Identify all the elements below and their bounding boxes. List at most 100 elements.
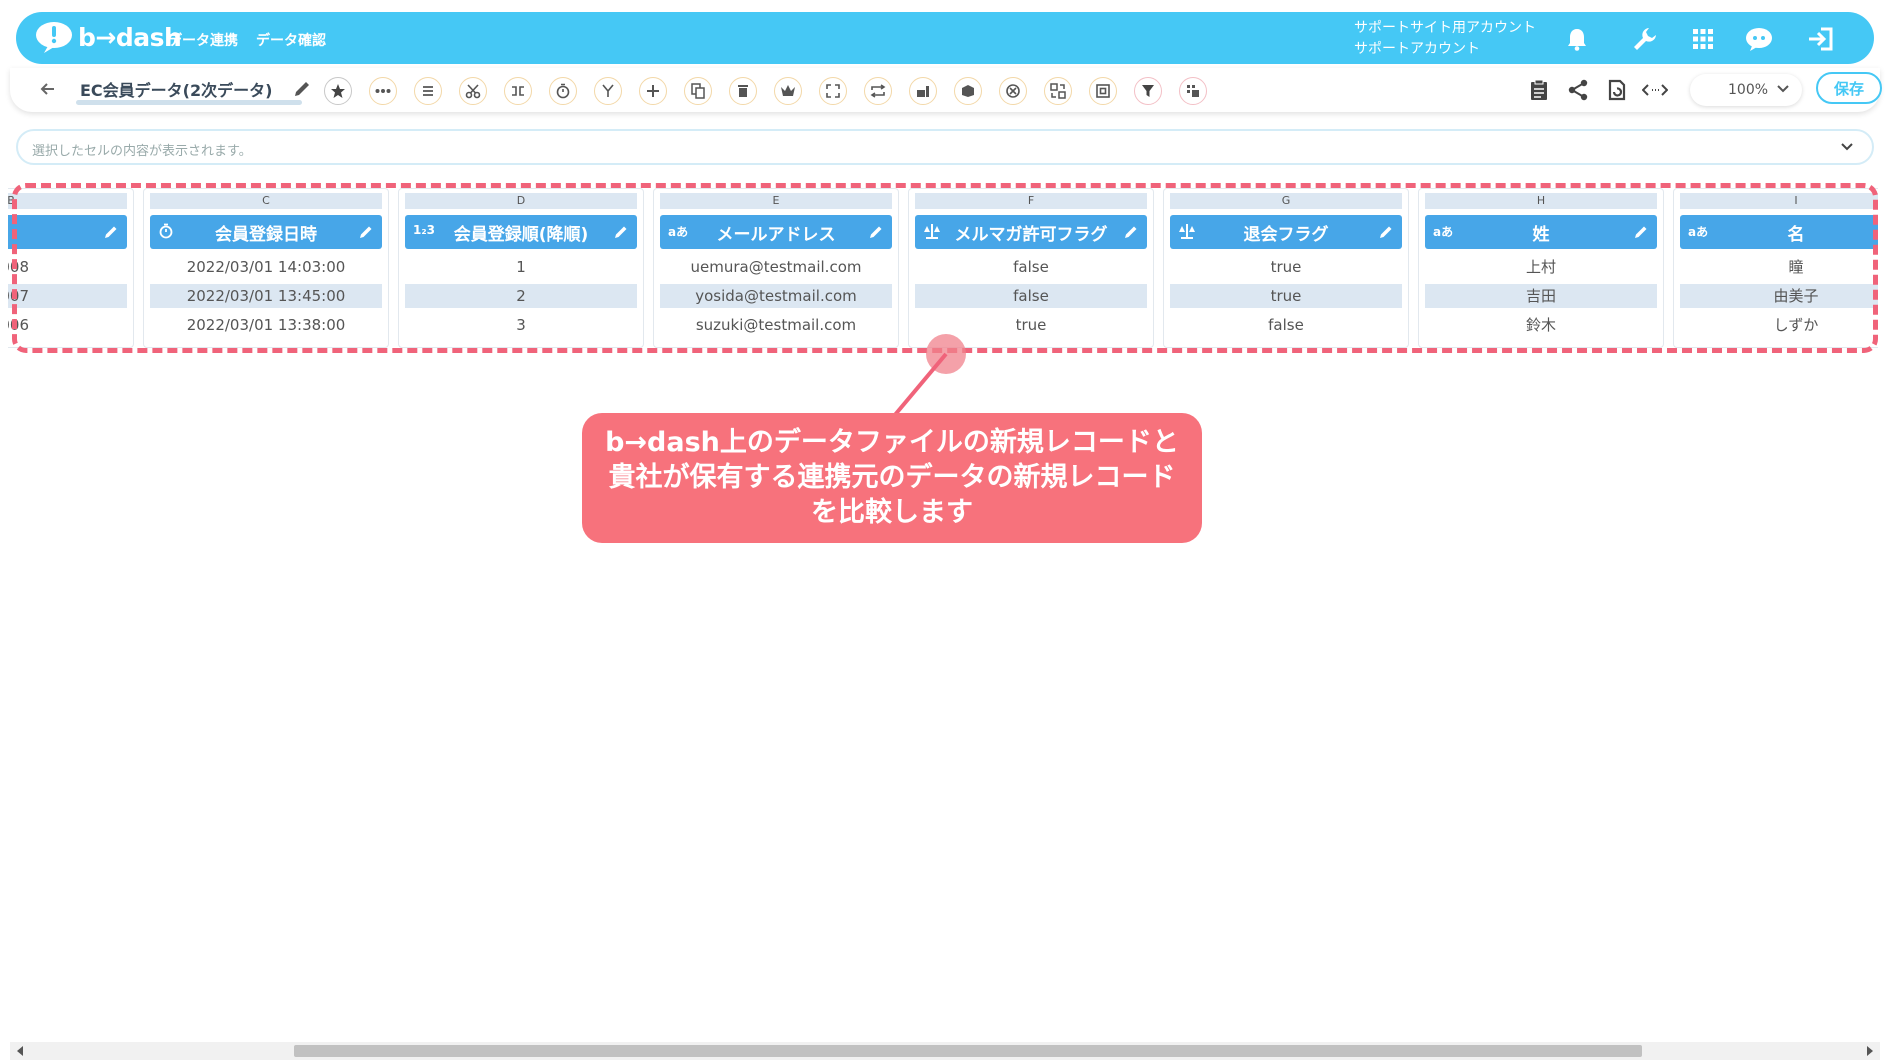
scrollbar-thumb[interactable] xyxy=(294,1045,1642,1057)
table-cell[interactable]: true xyxy=(1170,284,1402,308)
apps-grid-icon[interactable] xyxy=(1688,24,1718,54)
lock-chart-icon[interactable] xyxy=(909,77,937,105)
table-cell[interactable]: 吉田 xyxy=(1425,284,1657,308)
table-cell[interactable]: 008 xyxy=(8,255,127,279)
crown-icon[interactable] xyxy=(774,77,802,105)
edit-column-pencil-icon[interactable] xyxy=(1123,224,1139,240)
logout-icon[interactable] xyxy=(1806,24,1836,54)
table-cell[interactable]: 2022/03/01 14:03:00 xyxy=(150,255,382,279)
share-icon[interactable] xyxy=(1565,77,1591,103)
column-letter[interactable]: B xyxy=(8,193,127,209)
callout-line-3: を比較します xyxy=(811,497,973,528)
expand-icon[interactable] xyxy=(819,77,847,105)
scroll-right-arrow-icon[interactable] xyxy=(1866,1046,1874,1056)
edit-column-pencil-icon[interactable] xyxy=(358,224,374,240)
edit-column-pencil-icon[interactable] xyxy=(868,224,884,240)
account-site-name: サポートサイト用アカウント xyxy=(1354,20,1536,36)
merge-icon[interactable] xyxy=(504,77,532,105)
back-arrow-icon[interactable] xyxy=(38,78,58,100)
title-underline xyxy=(76,100,302,105)
edit-title-pencil-icon[interactable] xyxy=(292,79,312,99)
scroll-left-arrow-icon[interactable] xyxy=(16,1046,24,1056)
table-cell[interactable]: しずか xyxy=(1680,313,1878,337)
table-cell[interactable]: false xyxy=(915,255,1147,279)
column-header[interactable]: メルマガ許可フラグ xyxy=(915,215,1147,249)
column-header[interactable]: aあ 姓 xyxy=(1425,215,1657,249)
timer-icon[interactable] xyxy=(549,77,577,105)
horizontal-scrollbar[interactable] xyxy=(10,1042,1880,1060)
clipboard-icon[interactable] xyxy=(1526,77,1552,103)
edit-column-pencil-icon[interactable] xyxy=(613,224,629,240)
table-cell[interactable]: true xyxy=(1170,255,1402,279)
table-cell[interactable]: 007 xyxy=(8,284,127,308)
filter-icon[interactable] xyxy=(1134,77,1162,105)
more-options-icon[interactable] xyxy=(369,77,397,105)
column-header[interactable]: aあ 名 xyxy=(1680,215,1878,249)
column-header[interactable]: aあ メールアドレス xyxy=(660,215,892,249)
edit-column-pencil-icon[interactable] xyxy=(103,224,119,240)
scissors-icon[interactable] xyxy=(459,77,487,105)
column-letter[interactable]: I xyxy=(1680,193,1878,209)
table-cell[interactable]: 由美子 xyxy=(1680,284,1878,308)
column-header[interactable]: 会員ID xyxy=(8,215,127,249)
column-letter[interactable]: H xyxy=(1425,193,1657,209)
timer-icon xyxy=(158,223,174,242)
column-header[interactable]: 会員登録日時 xyxy=(150,215,382,249)
add-plus-icon[interactable] xyxy=(639,77,667,105)
zoom-select[interactable]: 100% xyxy=(1690,74,1802,106)
column-letter[interactable]: E xyxy=(660,193,892,209)
table-cell[interactable]: 鈴木 xyxy=(1425,313,1657,337)
table-cell[interactable]: suzuki@testmail.com xyxy=(660,313,892,337)
code-view-icon[interactable] xyxy=(1642,77,1668,103)
edit-column-pencil-icon[interactable] xyxy=(1378,224,1394,240)
trash-icon[interactable] xyxy=(729,77,757,105)
history-icon[interactable] xyxy=(1604,77,1630,103)
favorite-star-icon[interactable] xyxy=(324,77,352,105)
table-cell[interactable]: 瞳 xyxy=(1680,255,1878,279)
column-header[interactable]: 1₂3 会員登録順(降順) xyxy=(405,215,637,249)
grid-column: B 会員ID 008 007 006 xyxy=(8,188,134,348)
table-cell[interactable]: 2022/03/01 13:38:00 xyxy=(150,313,382,337)
column-letter[interactable]: F xyxy=(915,193,1147,209)
pivot-icon[interactable] xyxy=(1179,77,1207,105)
table-cell[interactable]: yosida@testmail.com xyxy=(660,284,892,308)
data-file-title[interactable]: EC会員データ(2次データ) xyxy=(80,77,272,101)
callout-box: b→dash上のデータファイルの新規レコードと 貴社が保有する連携元のデータの新… xyxy=(582,413,1202,543)
convert-icon[interactable] xyxy=(1044,77,1072,105)
table-cell[interactable]: 2022/03/01 13:45:00 xyxy=(150,284,382,308)
table-cell[interactable]: 3 xyxy=(405,313,637,337)
branch-icon[interactable] xyxy=(594,77,622,105)
frame-icon[interactable] xyxy=(1089,77,1117,105)
column-letter[interactable]: G xyxy=(1170,193,1402,209)
box-icon[interactable] xyxy=(954,77,982,105)
nav-data-integration[interactable]: データ連携 xyxy=(168,30,238,50)
edit-column-pencil-icon[interactable] xyxy=(1633,224,1649,240)
table-cell[interactable]: 006 xyxy=(8,313,127,337)
wrench-icon[interactable] xyxy=(1630,24,1660,54)
list-icon[interactable] xyxy=(414,77,442,105)
zoom-value: 100% xyxy=(1728,82,1769,98)
chatbot-icon[interactable] xyxy=(1744,24,1774,54)
table-cell[interactable]: 上村 xyxy=(1425,255,1657,279)
table-cell[interactable]: 1 xyxy=(405,255,637,279)
table-cell[interactable]: 2 xyxy=(405,284,637,308)
account-info[interactable]: サポートサイト用アカウント サポートアカウント xyxy=(1354,18,1536,60)
column-header[interactable]: 退会フラグ xyxy=(1170,215,1402,249)
copy-icon[interactable] xyxy=(684,77,712,105)
nav-data-check[interactable]: データ確認 xyxy=(256,30,326,50)
repeat-icon[interactable] xyxy=(864,77,892,105)
b-dash-logo[interactable]: b→dash xyxy=(34,20,182,54)
cell-content-bar[interactable]: 選択したセルの内容が表示されます。 xyxy=(16,129,1874,165)
bell-icon[interactable] xyxy=(1562,24,1592,54)
logo-bubble-icon xyxy=(36,22,72,53)
column-letter[interactable]: C xyxy=(150,193,382,209)
column-header-label: 退会フラグ xyxy=(1243,224,1329,245)
column-letter[interactable]: D xyxy=(405,193,637,209)
chevron-down-icon[interactable] xyxy=(1840,139,1854,153)
table-cell[interactable]: uemura@testmail.com xyxy=(660,255,892,279)
cancel-circle-icon[interactable] xyxy=(999,77,1027,105)
table-cell[interactable]: false xyxy=(1170,313,1402,337)
table-cell[interactable]: false xyxy=(915,284,1147,308)
string-type-icon: aあ xyxy=(1688,225,1709,239)
save-button[interactable]: 保存 xyxy=(1816,72,1882,104)
